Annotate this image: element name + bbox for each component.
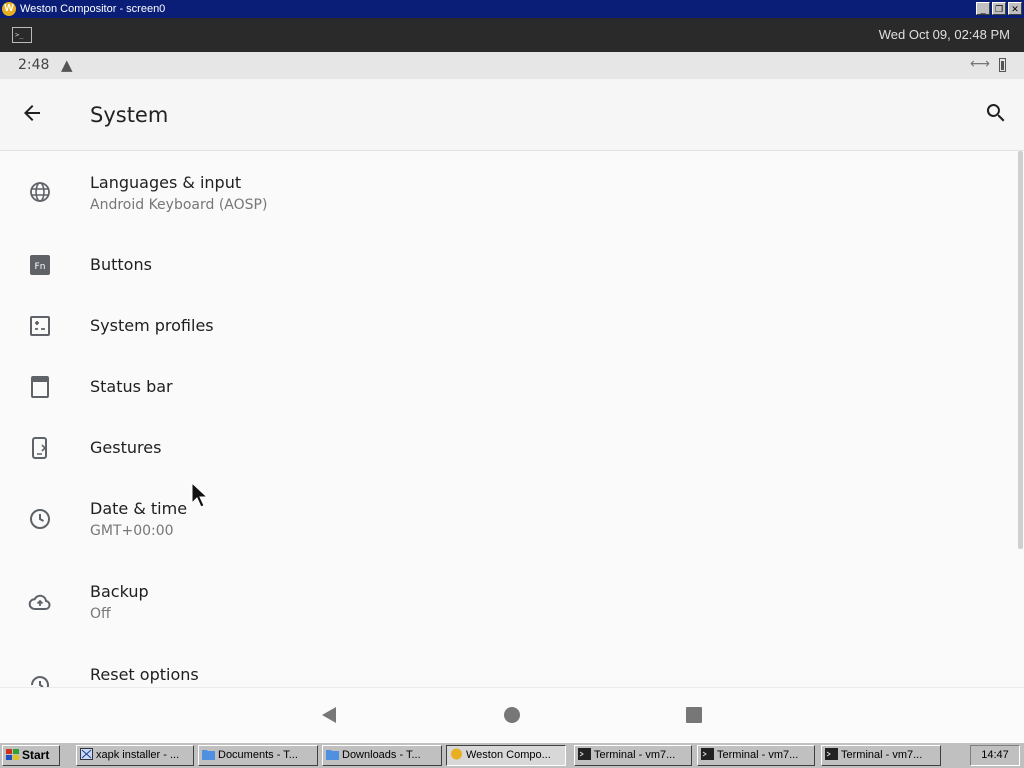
item-title: Status bar (90, 377, 173, 396)
list-item-date-time[interactable]: Date & time GMT+00:00 (0, 477, 1016, 560)
rotation-icon: ⟷ (969, 56, 990, 72)
taskbar-button-terminal-2[interactable]: Terminal - vm7... (697, 745, 815, 766)
taskbar-button-xapk-installer[interactable]: xapk installer - ... (76, 745, 194, 766)
start-button[interactable]: Start (2, 745, 60, 766)
folder-icon (326, 750, 339, 761)
settings-list[interactable]: Languages & input Android Keyboard (AOSP… (0, 151, 1024, 687)
list-item-buttons[interactable]: Fn Buttons (0, 233, 1016, 294)
weston-logo-icon: W (2, 2, 16, 16)
folder-icon (202, 750, 215, 761)
mouse-cursor-icon (191, 482, 207, 508)
item-title: Buttons (90, 255, 152, 274)
history-icon (31, 676, 49, 687)
restore-button[interactable]: ❐ (992, 2, 1006, 15)
battery-icon (999, 58, 1006, 72)
clock-icon (30, 509, 50, 529)
item-title: Date & time (90, 499, 188, 518)
taskbar-button-label: Terminal - vm7... (841, 749, 923, 761)
globe-icon (30, 182, 50, 202)
list-item-status-bar[interactable]: Status bar (0, 355, 1016, 416)
taskbar-button-label: Documents - T... (218, 749, 298, 761)
item-subtitle: Off (90, 606, 111, 622)
window-title-bar[interactable]: W Weston Compositor - screen0 _ ❐ ✕ (0, 0, 1024, 18)
status-time: 2:48 (18, 57, 50, 73)
gestures-icon (32, 437, 47, 459)
profiles-icon (30, 316, 50, 336)
item-subtitle: Android Keyboard (AOSP) (90, 197, 268, 213)
nav-back-icon[interactable] (320, 706, 338, 724)
terminal-icon (578, 748, 591, 761)
list-item-languages[interactable]: Languages & input Android Keyboard (AOSP… (0, 151, 1016, 233)
item-title: System profiles (90, 316, 214, 335)
nav-home-icon[interactable] (503, 706, 521, 724)
app-icon (80, 748, 93, 761)
taskbar-button-label: Terminal - vm7... (594, 749, 676, 761)
panel-clock: Wed Oct 09, 02:48 PM (878, 27, 1010, 42)
taskbar-button-terminal-3[interactable]: Terminal - vm7... (821, 745, 941, 766)
taskbar-clock: 14:47 (970, 745, 1020, 766)
taskbar: Start xapk installer - ... Documents - T… (0, 742, 1024, 768)
item-title: Reset options (90, 665, 199, 684)
app-bar: System (0, 79, 1024, 151)
list-item-reset-options[interactable]: Reset options (0, 643, 1016, 687)
minimize-button[interactable]: _ (976, 2, 990, 15)
taskbar-button-label: Terminal - vm7... (717, 749, 799, 761)
taskbar-button-label: Weston Compo... (466, 749, 551, 761)
page-title: System (90, 103, 169, 127)
cloud-upload-icon (28, 594, 51, 611)
taskbar-button-weston[interactable]: Weston Compo... (446, 745, 566, 766)
taskbar-button-documents[interactable]: Documents - T... (198, 745, 318, 766)
start-logo-icon (6, 748, 19, 760)
nav-recents-icon[interactable] (685, 706, 703, 724)
fn-key-label: Fn (35, 262, 46, 272)
android-status-bar: 2:48 ▲ ⟷ (0, 52, 1024, 79)
weston-icon (451, 748, 462, 760)
window-title: Weston Compositor - screen0 (20, 3, 166, 15)
terminal-icon (701, 748, 714, 761)
start-label: Start (22, 748, 50, 762)
status-bar-icon (31, 376, 49, 398)
warning-icon: ▲ (61, 56, 73, 74)
taskbar-button-terminal-1[interactable]: Terminal - vm7... (574, 745, 692, 766)
item-subtitle: GMT+00:00 (90, 523, 174, 539)
item-title: Languages & input (90, 173, 242, 192)
close-button[interactable]: ✕ (1008, 2, 1022, 15)
taskbar-button-label: xapk installer - ... (96, 749, 180, 761)
taskbar-button-downloads[interactable]: Downloads - T... (322, 745, 442, 766)
taskbar-button-label: Downloads - T... (342, 749, 421, 761)
back-arrow-icon[interactable] (20, 101, 44, 125)
scrollbar[interactable] (1018, 151, 1023, 549)
list-item-gestures[interactable]: Gestures (0, 416, 1016, 477)
item-title: Backup (90, 582, 149, 601)
terminal-icon (825, 748, 838, 761)
weston-panel: >_ Wed Oct 09, 02:48 PM (0, 18, 1024, 52)
search-icon[interactable] (984, 101, 1008, 125)
list-item-system-profiles[interactable]: System profiles (0, 294, 1016, 355)
list-item-backup[interactable]: Backup Off (0, 560, 1016, 643)
item-title: Gestures (90, 438, 162, 457)
navigation-bar (0, 687, 1024, 742)
terminal-launcher-icon[interactable]: >_ (12, 27, 32, 43)
fn-key-icon: Fn (30, 255, 50, 275)
